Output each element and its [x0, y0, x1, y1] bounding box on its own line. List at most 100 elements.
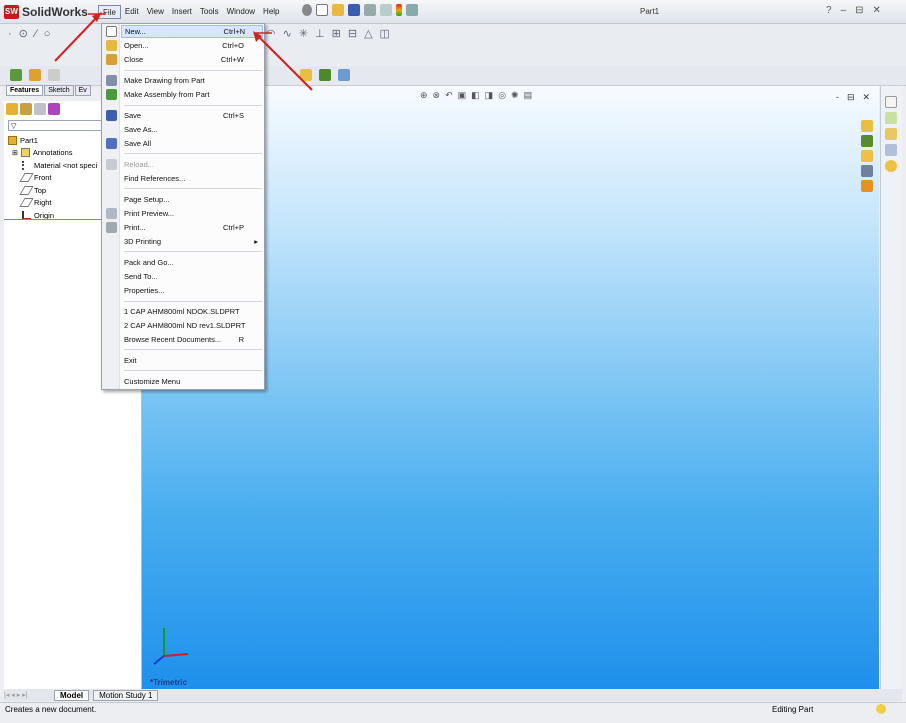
tree-item-right-plane[interactable]: Right — [8, 197, 97, 210]
resources-icon[interactable] — [885, 96, 897, 108]
expand-icon[interactable]: ⊞ — [12, 149, 18, 157]
solidworks-logo[interactable]: SW SolidWorks — [4, 3, 88, 20]
minimize-button[interactable]: – — [841, 5, 847, 16]
menu-item-page-setup[interactable]: Page Setup... — [124, 193, 262, 206]
menu-item-make-drawing[interactable]: Make Drawing from Part — [124, 74, 262, 87]
curve-icon[interactable] — [319, 69, 331, 81]
new-document-icon[interactable] — [316, 4, 328, 16]
menu-item-pack-and-go[interactable]: Pack and Go... — [124, 256, 262, 269]
print-icon[interactable] — [364, 4, 376, 16]
menu-item-save-all[interactable]: Save All — [124, 137, 262, 150]
tab-sketch[interactable]: Sketch — [44, 85, 74, 96]
menu-item-send-to[interactable]: Send To... — [124, 270, 262, 283]
trim-icon[interactable]: ⊥ — [315, 27, 325, 40]
open-folder-icon[interactable] — [332, 4, 344, 16]
viewport-minimize-button[interactable]: - — [836, 92, 839, 103]
tab-features[interactable]: Features — [6, 85, 44, 96]
point-icon[interactable]: · — [8, 28, 12, 40]
revolve-icon[interactable] — [29, 69, 41, 81]
section-view-icon[interactable]: ▣ — [458, 90, 467, 101]
menu-item-reload[interactable]: Reload... — [124, 158, 262, 171]
property-manager-icon[interactable] — [20, 103, 32, 115]
pattern-icon[interactable]: ⊟ — [348, 27, 357, 40]
dimension-icon[interactable]: ◫ — [380, 27, 390, 40]
line-icon[interactable]: ⁄ — [35, 28, 37, 40]
tree-item-material[interactable]: Material <not speci — [8, 159, 97, 172]
save-icon[interactable] — [348, 4, 360, 16]
configuration-manager-icon[interactable] — [34, 103, 46, 115]
arc-icon[interactable]: ◠ — [266, 27, 276, 40]
feature-manager-icon[interactable] — [6, 103, 18, 115]
menu-insert[interactable]: Insert — [168, 5, 196, 19]
tree-item-front-plane[interactable]: Front — [8, 172, 97, 185]
tree-item-part[interactable]: Part1 — [8, 134, 97, 147]
design-library-icon[interactable] — [885, 112, 897, 124]
menu-item-recent-1[interactable]: 1 CAP AHM800ml NDOK.SLDPRT — [124, 305, 262, 318]
smart-dimension-icon[interactable] — [300, 69, 312, 81]
appearances-icon[interactable] — [885, 160, 897, 172]
menu-tools[interactable]: Tools — [196, 5, 223, 19]
menu-item-print[interactable]: Print... Ctrl+P — [124, 221, 262, 234]
menu-item-save-as[interactable]: Save As... — [124, 123, 262, 136]
menu-file[interactable]: File — [98, 5, 121, 19]
view-settings-icon[interactable]: ▤ — [524, 90, 533, 101]
spline-icon[interactable]: ∿ — [283, 27, 292, 40]
tree-item-annotations[interactable]: ⊞ Annotations — [8, 147, 97, 160]
appearance-icon[interactable]: ✺ — [511, 90, 519, 101]
menu-item-find-references[interactable]: Find References... — [124, 172, 262, 185]
menu-item-make-assembly[interactable]: Make Assembly from Part — [124, 88, 262, 101]
hide-show-icon[interactable]: ◎ — [498, 90, 506, 101]
menu-item-recent-2[interactable]: 2 CAP AHM800ml ND rev1.SLDPRT — [124, 319, 262, 332]
traffic-light-icon[interactable] — [396, 4, 402, 16]
extrude-icon[interactable] — [10, 69, 22, 81]
options-icon[interactable] — [406, 4, 418, 16]
menu-item-close[interactable]: Close Ctrl+W — [124, 53, 262, 66]
view-orientation-icon[interactable]: ◧ — [471, 90, 480, 101]
relation-icon[interactable]: △ — [364, 27, 372, 40]
sweep-icon[interactable] — [48, 69, 60, 81]
undo-icon[interactable] — [380, 4, 392, 16]
display-style-icon[interactable]: ◨ — [485, 90, 494, 101]
viewport-restore-button[interactable]: ⊟ — [847, 92, 855, 103]
pin-icon[interactable] — [302, 4, 312, 16]
dimxpert-icon[interactable] — [48, 103, 60, 115]
menu-item-new[interactable]: New... Ctrl+N — [121, 25, 263, 38]
menu-item-exit[interactable]: Exit — [124, 354, 262, 367]
mirror-icon[interactable]: ⊞ — [332, 27, 341, 40]
help-icon[interactable]: ? — [826, 5, 832, 16]
filter-box[interactable]: ▽ — [8, 120, 102, 131]
close-icon[interactable]: ✕ — [873, 5, 881, 16]
status-indicator-icon[interactable] — [876, 704, 886, 714]
tab-scroll-arrows[interactable]: |◂ ◂ ▸ ▸| — [4, 691, 50, 699]
menu-window[interactable]: Window — [223, 5, 259, 19]
display-icon[interactable] — [338, 69, 350, 81]
file-explorer-icon[interactable] — [885, 128, 897, 140]
menu-item-customize-menu[interactable]: Customize Menu — [124, 375, 262, 388]
circle-icon[interactable]: ⊙ — [19, 27, 28, 40]
folder-icon[interactable] — [861, 150, 873, 162]
library-icon[interactable] — [861, 135, 873, 147]
zoom-area-icon[interactable]: ⊗ — [433, 90, 441, 101]
circle-outline-icon[interactable]: ○ — [44, 28, 51, 40]
home-icon[interactable] — [861, 120, 873, 132]
tab-model[interactable]: Model — [54, 689, 90, 701]
menu-item-properties[interactable]: Properties... — [124, 284, 262, 297]
menu-edit[interactable]: Edit — [121, 5, 143, 19]
restore-button[interactable]: ⊟ — [855, 5, 863, 16]
previous-view-icon[interactable]: ↶ — [445, 90, 453, 101]
menu-help[interactable]: Help — [259, 5, 283, 19]
tree-item-top-plane[interactable]: Top — [8, 184, 97, 197]
viewport-close-button[interactable]: ✕ — [863, 92, 871, 103]
tab-motion-study[interactable]: Motion Study 1 — [93, 689, 159, 701]
view-palette-icon[interactable] — [885, 144, 897, 156]
menu-item-open[interactable]: Open... Ctrl+O — [124, 39, 262, 52]
tab-evaluate[interactable]: Ev — [74, 85, 91, 96]
menu-item-browse-recent[interactable]: Browse Recent Documents... R — [124, 333, 262, 346]
menu-item-3d-printing[interactable]: 3D Printing ▸ — [124, 235, 262, 248]
zoom-to-fit-icon[interactable]: ⊕ — [420, 90, 428, 101]
menu-view[interactable]: View — [143, 5, 168, 19]
lightbulb-icon[interactable] — [861, 180, 873, 192]
palette-icon[interactable] — [861, 165, 873, 177]
menu-item-print-preview[interactable]: Print Preview... — [124, 207, 262, 220]
sketch-point-icon[interactable]: ✳ — [299, 27, 308, 40]
